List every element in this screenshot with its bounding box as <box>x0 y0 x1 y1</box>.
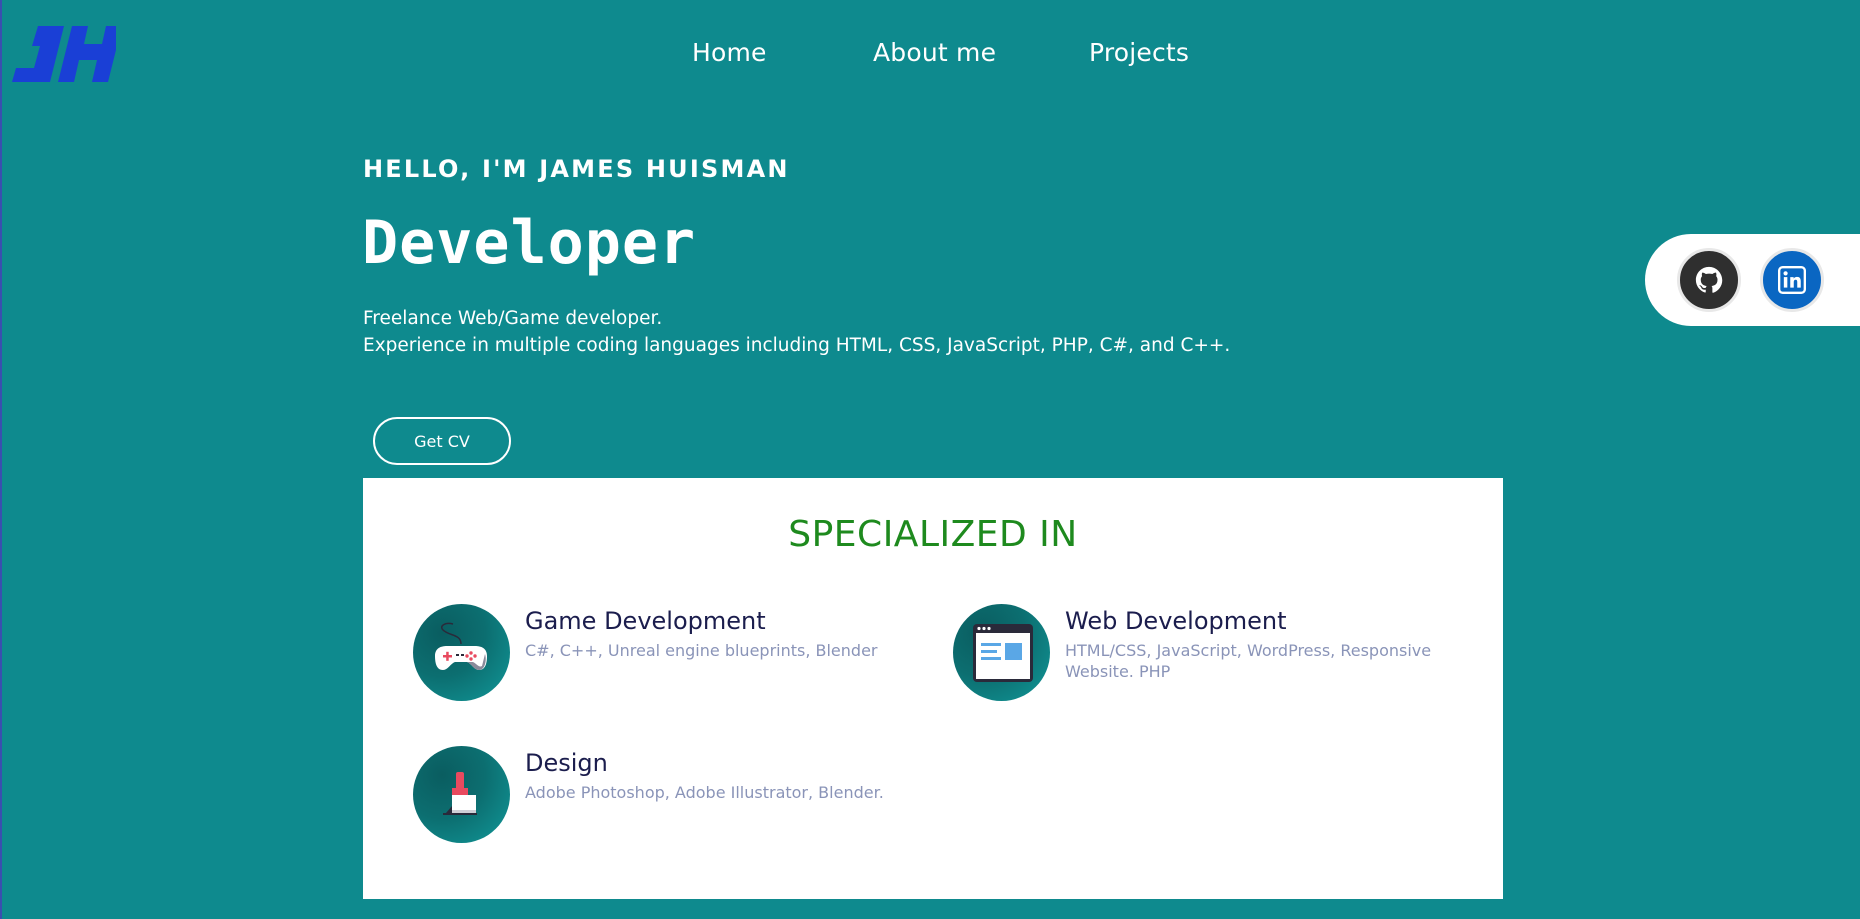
nav-about-me[interactable]: About me <box>873 38 996 67</box>
github-icon <box>1695 266 1723 293</box>
hero-role: Developer <box>362 208 697 278</box>
skill-description: Adobe Photoshop, Adobe Illustrator, Blen… <box>525 783 884 802</box>
paint-brush-icon <box>413 746 510 843</box>
hero-description: Freelance Web/Game developer. Experience… <box>363 305 1230 359</box>
get-cv-button[interactable]: Get CV <box>373 417 511 465</box>
nav-home[interactable]: Home <box>692 38 767 67</box>
browser-window-icon <box>953 604 1050 701</box>
skill-description: HTML/CSS, JavaScript, WordPress, Respons… <box>1065 641 1432 681</box>
left-edge-border <box>0 0 2 919</box>
skill-description: C#, C++, Unreal engine blueprints, Blend… <box>525 641 878 660</box>
gamepad-icon <box>413 604 510 701</box>
specialized-title: SPECIALIZED IN <box>788 514 1078 555</box>
linkedin-icon <box>1778 266 1806 294</box>
linkedin-link[interactable] <box>1760 248 1824 312</box>
specialized-panel: SPECIALIZED IN Game Development C#, C++,… <box>363 478 1503 899</box>
skill-title: Game Development <box>525 607 766 635</box>
github-link[interactable] <box>1677 248 1741 312</box>
main-nav: Home About me Projects <box>0 38 1860 78</box>
skill-title: Design <box>525 749 608 777</box>
hero-greeting: HELLO, I'M JAMES HUISMAN <box>363 155 790 183</box>
skill-title: Web Development <box>1065 607 1287 635</box>
hero-description-line-1: Freelance Web/Game developer. <box>363 308 663 329</box>
social-links <box>1645 234 1860 326</box>
hero-description-line-2: Experience in multiple coding languages … <box>363 335 1231 356</box>
nav-projects[interactable]: Projects <box>1089 38 1189 67</box>
